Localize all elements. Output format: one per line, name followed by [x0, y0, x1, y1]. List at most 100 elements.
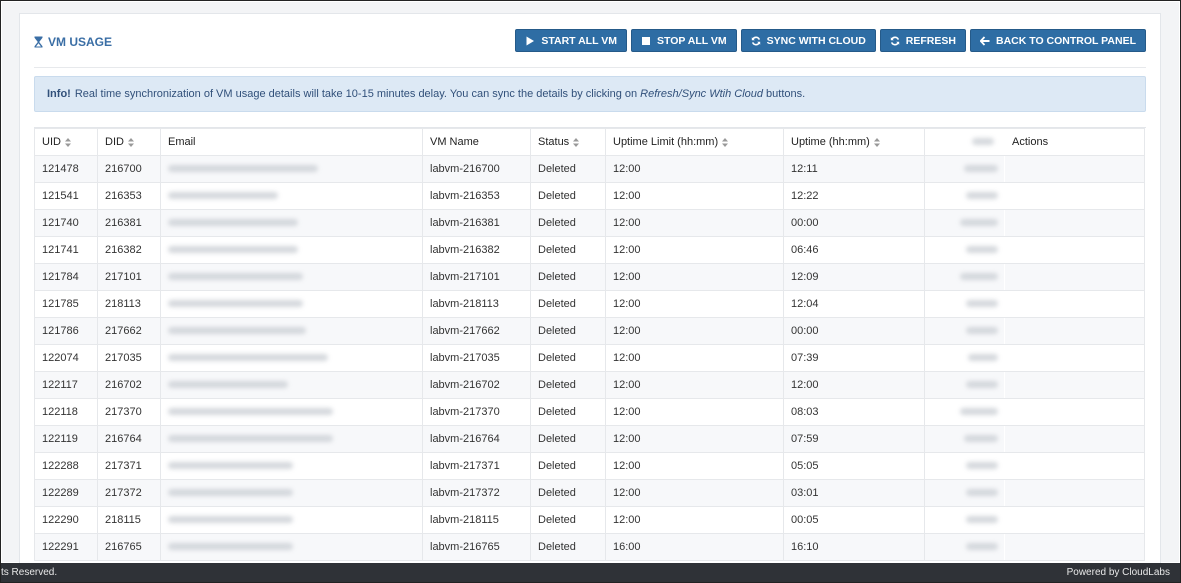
actions-cell	[1004, 209, 1145, 237]
info-text-after: buttons.	[766, 88, 806, 100]
uptime-cell: 05:05	[783, 452, 925, 480]
footer-copyright: ts Reserved.	[1, 567, 58, 578]
email-cell	[160, 371, 423, 399]
email-cell	[160, 398, 423, 426]
vm-name-cell: labvm-216702	[422, 371, 531, 399]
footer-powered-by: Powered by CloudLabs	[1066, 567, 1170, 578]
redacted-cell	[924, 398, 1005, 426]
actions-cell	[1004, 263, 1145, 291]
status-cell: Deleted	[530, 398, 606, 426]
status-cell: Deleted	[530, 155, 606, 183]
vm-usage-table-container: UID DID Email VM Name Status Uptime Limi…	[34, 127, 1146, 574]
uptime-cell: 16:10	[783, 533, 925, 561]
status-cell: Deleted	[530, 344, 606, 372]
table-row: 121785 218113 labvm-218113 Deleted 12:00 12:0…	[34, 290, 1145, 318]
page-scrollbar[interactable]	[1175, 2, 1179, 562]
did-cell: 216381	[97, 209, 161, 237]
email-cell	[160, 506, 423, 534]
vm-name-cell: labvm-217372	[422, 479, 531, 507]
uid-cell: 122290	[34, 506, 98, 534]
actions-cell	[1004, 533, 1145, 561]
uptime-limit-cell: 12:00	[605, 425, 784, 453]
did-cell: 216382	[97, 236, 161, 264]
uid-cell: 121741	[34, 236, 98, 264]
redacted-email	[168, 435, 333, 442]
email-cell	[160, 182, 423, 210]
redacted-cell	[924, 182, 1005, 210]
redacted-cell	[924, 506, 1005, 534]
email-cell	[160, 263, 423, 291]
refresh-icon	[890, 36, 899, 45]
redacted-cell	[924, 479, 1005, 507]
sort-icon	[64, 137, 71, 147]
redacted-value	[960, 408, 998, 415]
start-all-vm-button[interactable]: START ALL VM	[515, 29, 627, 52]
vm-name-cell: labvm-216381	[422, 209, 531, 237]
actions-cell	[1004, 155, 1145, 183]
info-label: Info!	[47, 88, 71, 100]
uid-cell: 122291	[34, 533, 98, 561]
column-header-email: Email	[160, 128, 423, 156]
uptime-limit-cell: 12:00	[605, 398, 784, 426]
email-cell	[160, 317, 423, 345]
column-header-status[interactable]: Status	[530, 128, 606, 156]
sync-with-cloud-label: SYNC WITH CLOUD	[766, 34, 866, 47]
vm-name-cell: labvm-218115	[422, 506, 531, 534]
did-cell: 217662	[97, 317, 161, 345]
uptime-cell: 00:00	[783, 209, 925, 237]
uid-cell: 121740	[34, 209, 98, 237]
redacted-cell	[924, 236, 1005, 264]
redacted-value	[964, 165, 998, 172]
actions-cell	[1004, 344, 1145, 372]
did-cell: 216700	[97, 155, 161, 183]
column-header-redacted	[924, 128, 1005, 156]
uptime-cell: 00:05	[783, 506, 925, 534]
redacted-header	[972, 138, 994, 145]
column-header-did[interactable]: DID	[97, 128, 161, 156]
uptime-cell: 08:03	[783, 398, 925, 426]
uid-cell: 121785	[34, 290, 98, 318]
info-text-before: Real time synchronization of VM usage de…	[74, 88, 638, 100]
redacted-value	[966, 462, 998, 469]
table-row: 122288 217371 labvm-217371 Deleted 12:00 05:0…	[34, 452, 1145, 480]
sync-with-cloud-button[interactable]: SYNC WITH CLOUD	[740, 29, 876, 52]
stop-all-vm-button[interactable]: STOP ALL VM	[631, 29, 737, 52]
table-row: 121784 217101 labvm-217101 Deleted 12:00 12:0…	[34, 263, 1145, 291]
redacted-email	[168, 273, 303, 280]
vm-name-cell: labvm-217101	[422, 263, 531, 291]
uid-cell: 122288	[34, 452, 98, 480]
redacted-email	[168, 354, 328, 361]
table-header-row: UID DID Email VM Name Status Uptime Limi…	[34, 128, 1145, 156]
column-header-uptime[interactable]: Uptime (hh:mm)	[783, 128, 925, 156]
email-cell	[160, 479, 423, 507]
vm-name-cell: labvm-216764	[422, 425, 531, 453]
column-header-uid[interactable]: UID	[34, 128, 98, 156]
refresh-button[interactable]: REFRESH	[879, 29, 966, 52]
footer: ts Reserved. Powered by CloudLabs	[1, 563, 1180, 582]
uptime-limit-cell: 16:00	[605, 533, 784, 561]
vm-name-cell: labvm-217371	[422, 452, 531, 480]
redacted-email	[168, 327, 306, 334]
redacted-cell	[924, 290, 1005, 318]
sort-icon	[127, 137, 134, 147]
redacted-email	[168, 516, 293, 523]
uptime-cell: 03:01	[783, 479, 925, 507]
redacted-cell	[924, 452, 1005, 480]
back-to-control-panel-button[interactable]: BACK TO CONTROL PANEL	[969, 29, 1146, 52]
redacted-value	[964, 435, 998, 442]
email-cell	[160, 344, 423, 372]
email-cell	[160, 533, 423, 561]
start-all-vm-label: START ALL VM	[541, 34, 617, 47]
uptime-cell: 12:22	[783, 182, 925, 210]
redacted-cell	[924, 533, 1005, 561]
email-cell	[160, 236, 423, 264]
refresh-label: REFRESH	[905, 34, 956, 47]
column-header-uptime-limit[interactable]: Uptime Limit (hh:mm)	[605, 128, 784, 156]
uptime-cell: 06:46	[783, 236, 925, 264]
vm-name-cell: labvm-217662	[422, 317, 531, 345]
uptime-limit-cell: 12:00	[605, 182, 784, 210]
table-row: 122074 217035 labvm-217035 Deleted 12:00 07:3…	[34, 344, 1145, 372]
arrow-left-icon	[979, 35, 990, 46]
email-cell	[160, 290, 423, 318]
email-cell	[160, 155, 423, 183]
